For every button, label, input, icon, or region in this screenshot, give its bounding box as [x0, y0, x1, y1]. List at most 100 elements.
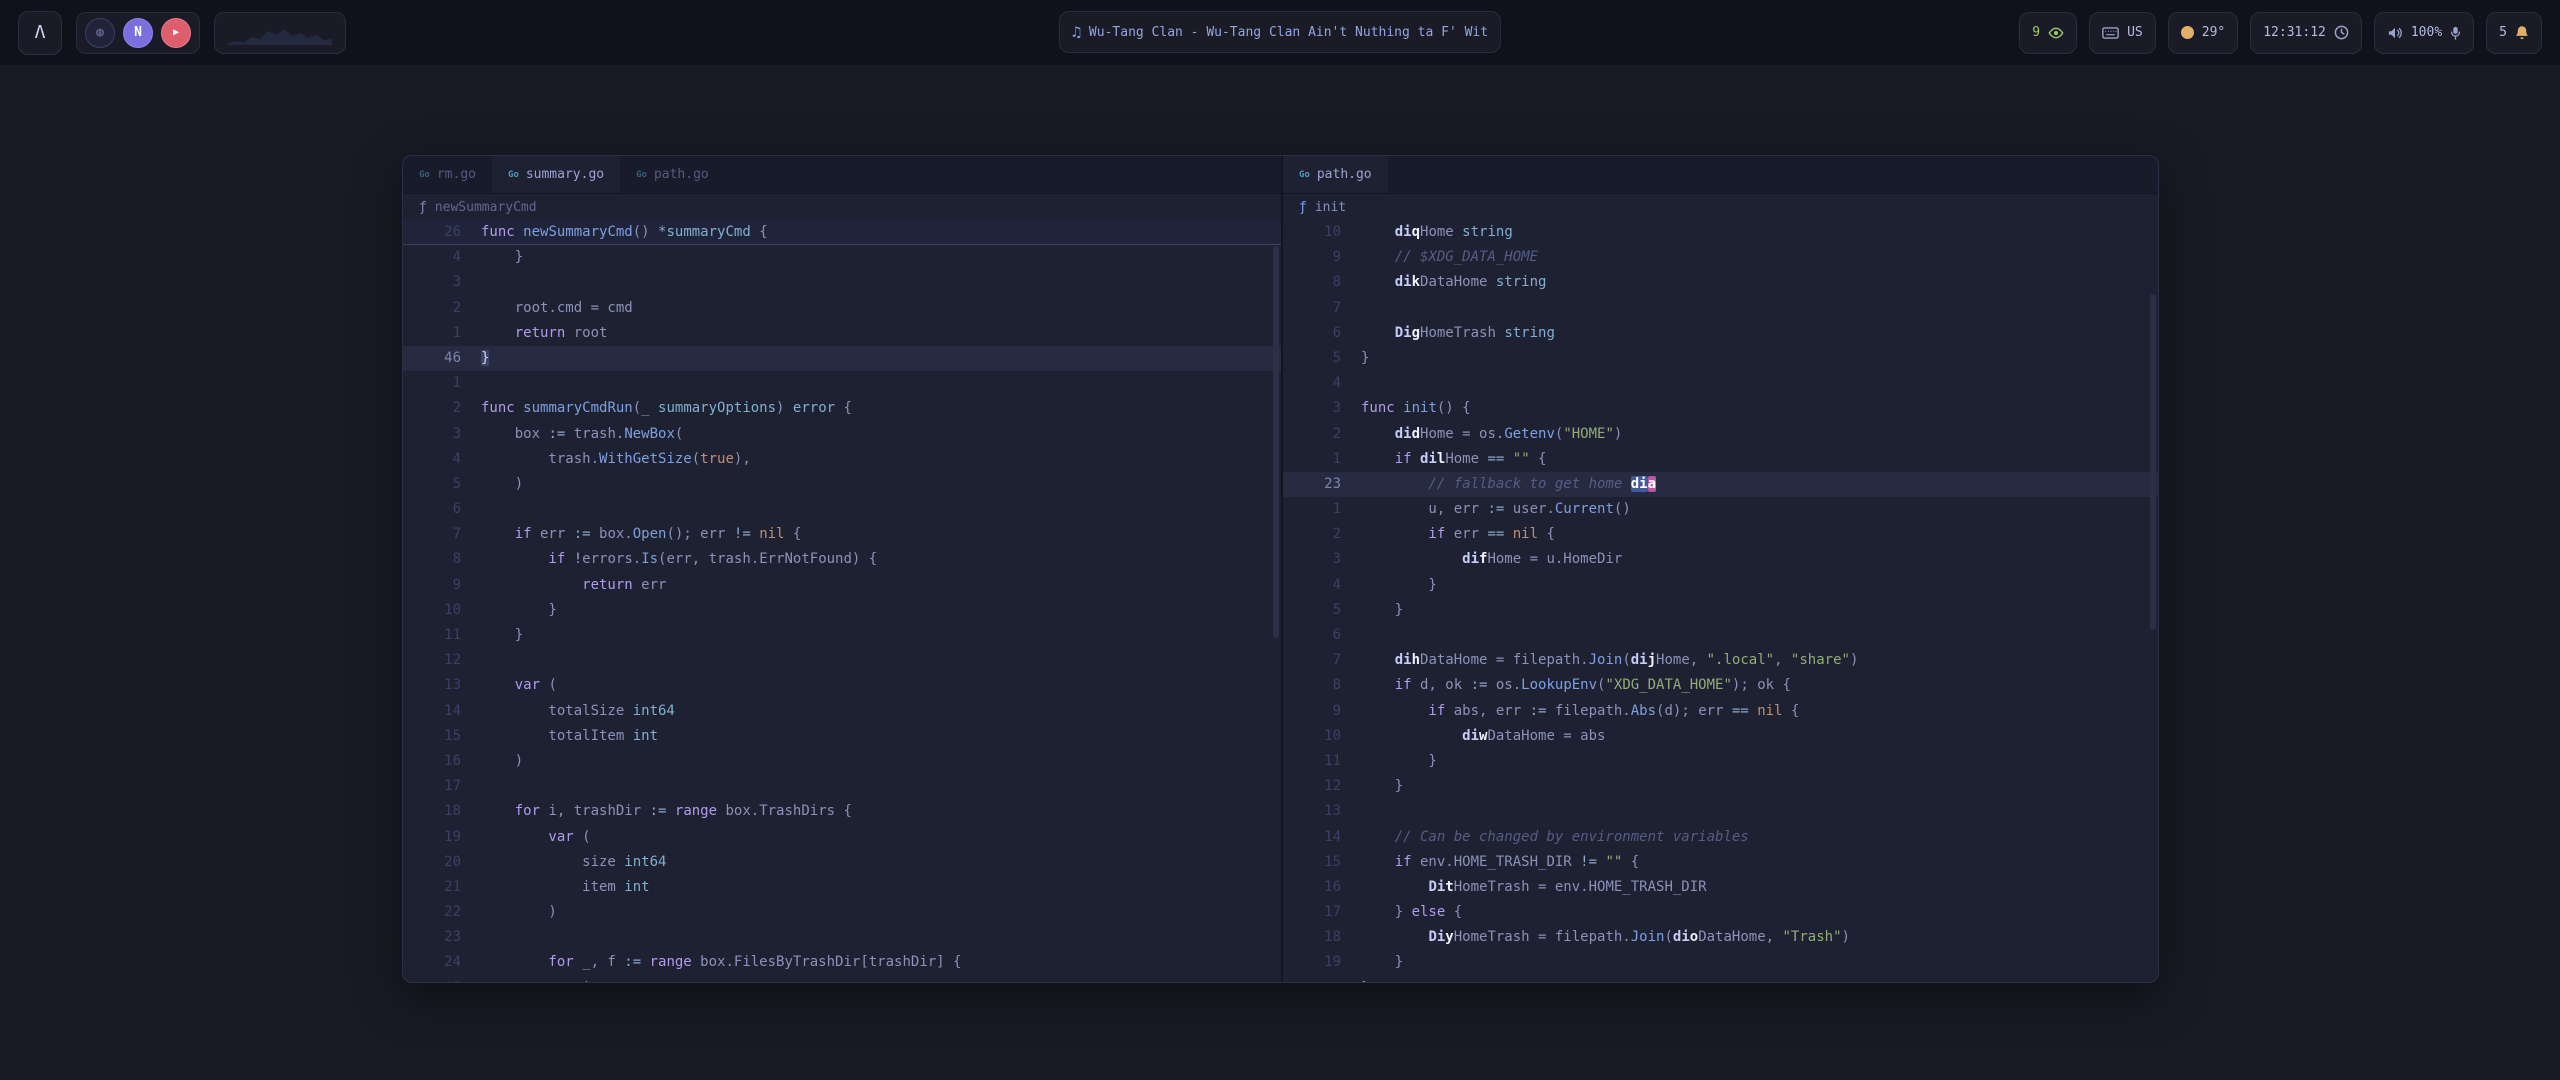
code-line[interactable]: 9 // $XDG_DATA_HOME — [1283, 245, 2158, 270]
tab-path.go[interactable]: Gopath.go — [620, 156, 725, 193]
line-number: 15 — [403, 724, 461, 749]
code-area-left[interactable]: 26func newSummaryCmd() *summaryCmd {4 }3… — [403, 220, 1281, 982]
code-line[interactable]: 5 ) — [403, 472, 1281, 497]
workspace-1[interactable]: ◍ — [85, 18, 115, 48]
code-line[interactable]: 19 } — [1283, 950, 2158, 975]
code-text: } — [481, 623, 523, 648]
line-number: 2 — [403, 396, 461, 421]
code-line[interactable]: 4 — [1283, 371, 2158, 396]
code-line[interactable]: 12 — [403, 648, 1281, 673]
code-area-right[interactable]: 10 diqHome string9 // $XDG_DATA_HOME8 di… — [1283, 220, 2158, 982]
code-line[interactable]: 2 didHome = os.Getenv("HOME") — [1283, 422, 2158, 447]
notifications-widget[interactable]: 5 — [2486, 12, 2542, 54]
line-number: 10 — [1283, 220, 1341, 245]
code-line[interactable]: 7 — [1283, 296, 2158, 321]
code-line[interactable]: 16 DitHomeTrash = env.HOME_TRASH_DIR — [1283, 875, 2158, 900]
code-line[interactable]: 14 // Can be changed by environment vari… — [1283, 825, 2158, 850]
code-line[interactable]: 20} — [1283, 976, 2158, 982]
tab-path.go[interactable]: Gopath.go — [1283, 156, 1388, 193]
code-text: // Can be changed by environment variabl… — [1361, 825, 1749, 850]
code-line[interactable]: 3func init() { — [1283, 396, 2158, 421]
code-line[interactable]: 13 — [1283, 799, 2158, 824]
code-line[interactable]: 10 diqHome string — [1283, 220, 2158, 245]
code-line[interactable]: 13 var ( — [403, 673, 1281, 698]
code-line[interactable]: 1 return root — [403, 321, 1281, 346]
keyboard-layout-widget[interactable]: US — [2089, 12, 2156, 54]
code-line[interactable]: 7 dihDataHome = filepath.Join(dijHome, "… — [1283, 648, 2158, 673]
code-line[interactable]: 10 } — [403, 598, 1281, 623]
code-line[interactable]: 8 dikDataHome string — [1283, 270, 2158, 295]
workspace-2[interactable]: N — [123, 18, 153, 48]
code-line[interactable]: 2 root.cmd = cmd — [403, 296, 1281, 321]
line-number: 13 — [403, 673, 461, 698]
code-text: } — [1361, 598, 1403, 623]
code-line[interactable]: 20 size int64 — [403, 850, 1281, 875]
code-line[interactable]: 11 } — [403, 623, 1281, 648]
code-line[interactable]: 1 u, err := user.Current() — [1283, 497, 2158, 522]
code-line[interactable]: 46} — [403, 346, 1281, 371]
code-line[interactable]: 17 — [403, 774, 1281, 799]
system-graph-widget[interactable] — [214, 12, 346, 54]
code-line[interactable]: 14 totalSize int64 — [403, 699, 1281, 724]
line-number: 11 — [403, 623, 461, 648]
code-line[interactable]: 3 box := trash.NewBox( — [403, 422, 1281, 447]
code-line[interactable]: 4 trash.WithGetSize(true), — [403, 447, 1281, 472]
line-number: 16 — [403, 749, 461, 774]
code-line[interactable]: 19 var ( — [403, 825, 1281, 850]
code-line[interactable]: 17 } else { — [1283, 900, 2158, 925]
code-line[interactable]: 8 if d, ok := os.LookupEnv("XDG_DATA_HOM… — [1283, 673, 2158, 698]
recorder-count: 9 — [2032, 25, 2040, 40]
code-line[interactable]: 22 ) — [403, 900, 1281, 925]
code-line[interactable]: 18 for i, trashDir := range box.TrashDir… — [403, 799, 1281, 824]
scrollbar-thumb[interactable] — [2150, 294, 2156, 630]
code-line[interactable]: 4 } — [1283, 573, 2158, 598]
code-line[interactable]: 6 — [1283, 623, 2158, 648]
launcher-button[interactable]: Λ — [18, 11, 62, 55]
code-line[interactable]: 8 if !errors.Is(err, trash.ErrNotFound) … — [403, 547, 1281, 572]
line-number: 3 — [403, 270, 461, 295]
now-playing-widget[interactable]: ♫ Wu-Tang Clan - Wu-Tang Clan Ain't Nuth… — [1059, 11, 1501, 53]
scrollbar-thumb[interactable] — [1273, 246, 1279, 638]
code-line[interactable]: 2 func summaryCmdRun(_ summaryOptions) er… — [403, 396, 1281, 421]
code-line[interactable]: 6 DigHomeTrash string — [1283, 321, 2158, 346]
code-line[interactable]: 23 // fallback to get home dia — [1283, 472, 2158, 497]
weather-widget[interactable]: 29° — [2168, 12, 2238, 54]
code-line[interactable]: 24 for _, f := range box.FilesByTrashDir… — [403, 950, 1281, 975]
code-line[interactable]: 1 — [403, 371, 1281, 396]
code-line[interactable]: 12 } — [1283, 774, 2158, 799]
clock-widget[interactable]: 12:31:12 — [2250, 12, 2362, 54]
code-line[interactable]: 2 if err == nil { — [1283, 522, 2158, 547]
code-line[interactable]: 15 if env.HOME_TRASH_DIR != "" { — [1283, 850, 2158, 875]
temperature-label: 29° — [2202, 25, 2225, 40]
code-line[interactable]: 10 diwDataHome = abs — [1283, 724, 2158, 749]
code-line[interactable]: 23 — [403, 925, 1281, 950]
code-line[interactable]: 3 — [403, 270, 1281, 295]
code-line[interactable]: 7 if err := box.Open(); err != nil { — [403, 522, 1281, 547]
code-line[interactable]: 4 } — [403, 245, 1281, 270]
code-line[interactable]: 1 if dilHome == "" { — [1283, 447, 2158, 472]
code-text: for _, f := range box.FilesByTrashDir[tr… — [481, 950, 961, 975]
code-line[interactable]: 25 item++ — [403, 976, 1281, 982]
code-text: func summaryCmdRun(_ summaryOptions) err… — [481, 396, 852, 421]
code-line[interactable]: 15 totalItem int — [403, 724, 1281, 749]
code-line[interactable]: 9 return err — [403, 573, 1281, 598]
code-line[interactable]: 16 ) — [403, 749, 1281, 774]
recorder-widget[interactable]: 9 — [2019, 12, 2077, 54]
tab-summary.go[interactable]: Gosummary.go — [492, 156, 620, 193]
code-line[interactable]: 9 if abs, err := filepath.Abs(d); err ==… — [1283, 699, 2158, 724]
code-line[interactable]: 6 — [403, 497, 1281, 522]
code-line[interactable]: 5 } — [1283, 598, 2158, 623]
line-number: 24 — [403, 950, 461, 975]
context-line[interactable]: 26func newSummaryCmd() *summaryCmd { — [403, 220, 1281, 245]
code-line[interactable]: 11 } — [1283, 749, 2158, 774]
code-text: totalItem int — [481, 724, 658, 749]
code-text: ) — [481, 749, 523, 774]
volume-widget[interactable]: 100% — [2374, 12, 2474, 54]
workspace-3[interactable]: ▶ — [161, 18, 191, 48]
code-line[interactable]: 21 item int — [403, 875, 1281, 900]
code-line[interactable]: 18 DiyHomeTrash = filepath.Join(dioDataH… — [1283, 925, 2158, 950]
code-text: didHome = os.Getenv("HOME") — [1361, 422, 1622, 447]
tab-rm.go[interactable]: Gorm.go — [403, 156, 492, 193]
code-line[interactable]: 5} — [1283, 346, 2158, 371]
code-line[interactable]: 3 difHome = u.HomeDir — [1283, 547, 2158, 572]
